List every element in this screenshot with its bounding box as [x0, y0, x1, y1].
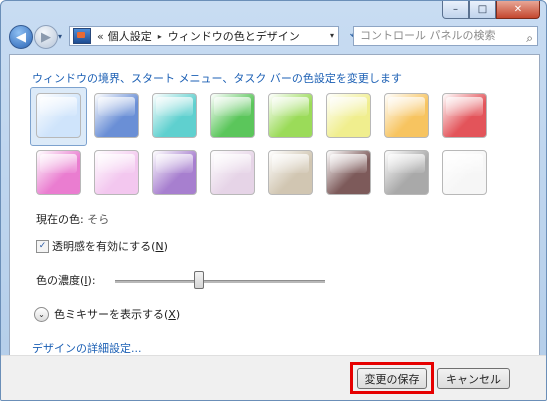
- title-bar: – □ ✕: [1, 1, 546, 23]
- current-color: 現在の色: そら: [36, 211, 109, 227]
- current-color-value: そら: [87, 213, 110, 226]
- color-swatch[interactable]: [384, 150, 429, 195]
- color-swatch[interactable]: [94, 93, 139, 138]
- color-intensity-slider-track[interactable]: [115, 280, 325, 283]
- transparency-checkbox[interactable]: ✓ 透明感を有効にする(N): [36, 238, 168, 254]
- forward-arrow-icon: ▶: [41, 29, 51, 45]
- back-arrow-icon: ◀: [16, 29, 26, 45]
- transparency-accesskey: N: [155, 239, 164, 253]
- search-icon[interactable]: ⌕: [526, 29, 533, 47]
- color-swatch[interactable]: [210, 93, 255, 138]
- current-color-label: 現在の色:: [36, 213, 84, 226]
- cancel-button[interactable]: キャンセル: [437, 368, 510, 389]
- mixer-accesskey: X: [168, 307, 176, 321]
- forward-button[interactable]: ▶: [34, 25, 58, 49]
- color-swatch[interactable]: [384, 93, 429, 138]
- transparency-label[interactable]: 透明感を有効にする(: [52, 238, 155, 254]
- caption-buttons: – □ ✕: [442, 1, 540, 19]
- recent-pages-dropdown[interactable]: ▾: [58, 32, 62, 41]
- breadcrumb-window-color[interactable]: ウィンドウの色とデザイン: [168, 28, 300, 44]
- color-mixer-toggle[interactable]: ⌄ 色ミキサーを表示する(X): [34, 306, 180, 322]
- address-dropdown-icon[interactable]: ▾: [330, 31, 334, 40]
- color-swatch[interactable]: [442, 150, 487, 195]
- address-bar[interactable]: « 個人設定 ▸ ウィンドウの色とデザイン ▾: [69, 26, 339, 46]
- checkbox-box[interactable]: ✓: [36, 239, 49, 253]
- intensity-label-close: ):: [87, 274, 96, 287]
- back-button[interactable]: ◀: [9, 25, 33, 49]
- breadcrumb-personalization[interactable]: 個人設定: [108, 28, 152, 44]
- color-swatch[interactable]: [36, 150, 81, 195]
- color-intensity-slider-thumb[interactable]: [194, 271, 204, 289]
- color-swatch[interactable]: [268, 150, 313, 195]
- checkmark-icon: ✓: [38, 241, 47, 251]
- search-placeholder: コントロール パネルの検索: [360, 29, 496, 42]
- save-changes-button[interactable]: 変更の保存: [357, 368, 427, 389]
- content-pane: ウィンドウの境界、スタート メニュー、タスク バーの色設定を変更します 現在の色…: [9, 54, 540, 356]
- mixer-label-close: ): [175, 307, 181, 321]
- page-heading: ウィンドウの境界、スタート メニュー、タスク バーの色設定を変更します: [32, 72, 402, 85]
- color-intensity-label: 色の濃度(I):: [36, 272, 96, 288]
- color-swatch[interactable]: [326, 93, 371, 138]
- footer-bar: 変更の保存 キャンセル: [1, 355, 546, 400]
- color-mixer-label[interactable]: 色ミキサーを表示する(: [54, 306, 168, 322]
- color-swatch[interactable]: [152, 93, 197, 138]
- color-swatch[interactable]: [326, 150, 371, 195]
- transparency-label-close: ): [163, 239, 168, 253]
- color-swatch[interactable]: [210, 150, 255, 195]
- address-overflow-chevron[interactable]: «: [97, 30, 104, 43]
- intensity-label-text: 色の濃度(: [36, 274, 85, 287]
- color-swatch[interactable]: [268, 93, 313, 138]
- search-input[interactable]: コントロール パネルの検索 ⌕: [353, 26, 538, 46]
- color-swatch[interactable]: [152, 150, 197, 195]
- expand-glyph: ⌄: [38, 309, 45, 319]
- window: – □ ✕ ◀ ▶ ▾ « 個人設定 ▸ ウィンドウの色とデザイン ▾ ⟲ コン…: [0, 0, 547, 401]
- close-button[interactable]: ✕: [496, 1, 540, 19]
- advanced-appearance-link[interactable]: デザインの詳細設定...: [32, 340, 142, 356]
- expand-chevron-icon[interactable]: ⌄: [34, 306, 49, 322]
- color-swatch[interactable]: [36, 93, 81, 138]
- minimize-button[interactable]: –: [442, 1, 469, 19]
- control-panel-icon: [73, 28, 91, 44]
- maximize-button[interactable]: □: [469, 1, 496, 19]
- breadcrumb-separator-icon[interactable]: ▸: [158, 32, 162, 41]
- color-swatch[interactable]: [442, 93, 487, 138]
- color-swatch[interactable]: [94, 150, 139, 195]
- navigation-bar: ◀ ▶ ▾ « 個人設定 ▸ ウィンドウの色とデザイン ▾ ⟲ コントロール パ…: [5, 23, 542, 51]
